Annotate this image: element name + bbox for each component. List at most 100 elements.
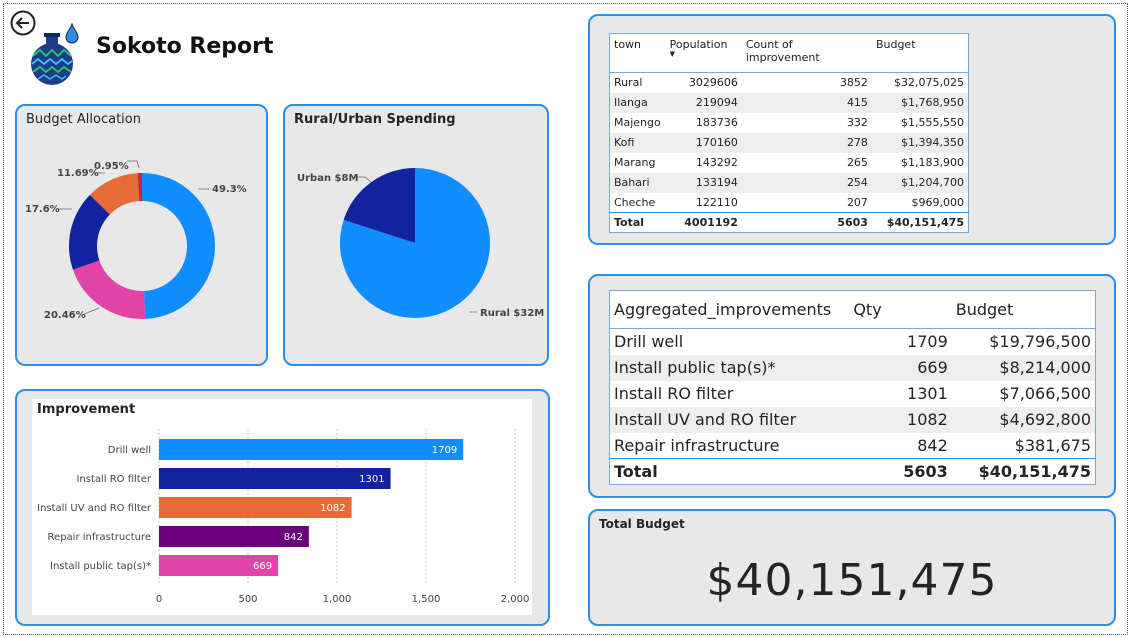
- donut-data-label: 17.6%: [25, 204, 60, 215]
- table-cell: 3852: [839, 76, 868, 90]
- table-cell: Drill well: [614, 332, 684, 352]
- water-pot-logo-icon: [28, 22, 84, 86]
- total-budget-card[interactable]: Total Budget $40,151,475: [588, 509, 1116, 626]
- table-cell: Install public tap(s)*: [609, 354, 850, 381]
- table-cell: 3029606: [688, 76, 738, 90]
- table-row[interactable]: Cheche 122110 207 $969,000: [610, 193, 969, 213]
- table-cell: $8,214,000: [951, 354, 1096, 381]
- donut-slice[interactable]: [142, 173, 215, 319]
- improvement-card[interactable]: Improvement 0 500 1,000 1,500 2,000 Drill wel…: [15, 389, 550, 626]
- table-cell: $32,075,025: [894, 76, 964, 90]
- table-cell: 254: [741, 172, 872, 193]
- rural-urban-pie-chart[interactable]: Rural $32M Urban $8M: [285, 106, 547, 364]
- table-total-row: Total 5603 $40,151,475: [609, 458, 1096, 485]
- bar-data-label: 669: [253, 561, 272, 572]
- total-cell: Total: [609, 458, 850, 485]
- y-category-label: Drill well: [108, 445, 151, 456]
- budget-allocation-card[interactable]: Budget Allocation 49.3% 20.46% 17.6% 11.69%…: [15, 104, 268, 366]
- total-cell: Total: [609, 212, 666, 233]
- table-cell: 669: [849, 354, 952, 381]
- x-tick-label: 1,500: [412, 594, 441, 605]
- table-cell: Majengo: [614, 116, 661, 129]
- table-row[interactable]: Drill well 1709 $19,796,500: [610, 329, 1096, 355]
- table-cell: $381,675: [1014, 435, 1091, 455]
- town-table-card[interactable]: town Population ▼ Count of improvement Bu…: [588, 14, 1116, 245]
- aggregated-improvements-card[interactable]: Aggregated_improvements Qty Budget Drill…: [588, 274, 1116, 498]
- bar[interactable]: [159, 468, 391, 489]
- table-total-row: Total 4001192 5603 $40,151,475: [609, 212, 969, 233]
- agg-table-header-row: Aggregated_improvements Qty Budget: [609, 290, 1096, 329]
- table-cell: $19,796,500: [989, 332, 1091, 352]
- table-cell: 122110: [695, 195, 738, 209]
- improvement-bar-chart[interactable]: 0 500 1,000 1,500 2,000 Drill well 1709 Install…: [32, 399, 532, 615]
- x-tick-label: 1,000: [323, 594, 352, 605]
- total-budget-title: Total Budget: [599, 517, 685, 531]
- col-header-aggregated[interactable]: Aggregated_improvements: [609, 290, 850, 329]
- table-row[interactable]: Rural 3029606 3852 $32,075,025: [610, 73, 969, 93]
- total-cell: $40,151,475: [871, 212, 969, 233]
- aggregated-improvements-table[interactable]: Aggregated_improvements Qty Budget Drill…: [609, 290, 1096, 485]
- table-cell: $7,066,500: [999, 384, 1091, 403]
- rural-urban-card[interactable]: Rural/Urban Spending Rural $32M Urban $8M: [283, 104, 549, 366]
- table-cell: $1,183,900: [901, 156, 964, 169]
- x-tick-label: 0: [156, 594, 162, 605]
- table-cell: 133194: [665, 172, 742, 193]
- bar-data-label: 1301: [359, 474, 384, 485]
- table-cell: 219094: [665, 92, 742, 113]
- table-cell: Bahari: [609, 172, 666, 193]
- table-row[interactable]: Ilanga 219094 415 $1,768,950: [609, 92, 969, 113]
- col-header-budget[interactable]: Budget: [871, 33, 969, 73]
- table-cell: Install UV and RO filter: [609, 406, 850, 433]
- table-row[interactable]: Kofi 170160 278 $1,394,350: [609, 132, 969, 153]
- y-category-label: Install RO filter: [76, 474, 151, 485]
- table-cell: $1,555,550: [901, 116, 964, 129]
- table-cell: Marang: [614, 156, 656, 169]
- bar-data-label: 1709: [432, 445, 457, 456]
- table-cell: Ilanga: [609, 92, 666, 113]
- bar-data-label: 842: [284, 532, 303, 543]
- total-cell: 4001192: [665, 212, 742, 233]
- table-cell: 278: [741, 132, 872, 153]
- table-cell: $1,768,950: [871, 92, 969, 113]
- budget-allocation-donut-chart[interactable]: 49.3% 20.46% 17.6% 11.69%0.95%: [17, 106, 266, 364]
- donut-data-label: 11.69%: [57, 168, 99, 179]
- table-cell: 332: [846, 116, 868, 129]
- table-cell: Rural: [614, 76, 643, 90]
- col-header-population[interactable]: Population ▼: [665, 33, 742, 73]
- donut-data-label: 0.95%: [94, 161, 129, 172]
- town-table-header-row: town Population ▼ Count of improvement Bu…: [609, 33, 969, 73]
- bar-data-label: 1082: [320, 503, 345, 514]
- table-cell: 1709: [907, 332, 948, 352]
- y-category-label: Install UV and RO filter: [37, 503, 152, 514]
- table-cell: Cheche: [614, 195, 656, 209]
- improvement-chart-area: Improvement 0 500 1,000 1,500 2,000 Drill wel…: [32, 399, 532, 615]
- table-row[interactable]: Repair infrastructure 842 $381,675: [610, 433, 1096, 459]
- table-cell: $1,394,350: [871, 132, 969, 153]
- col-header-count[interactable]: Count of improvement: [741, 33, 872, 73]
- donut-data-label: 20.46%: [44, 310, 86, 321]
- pie-data-label: Rural $32M: [480, 308, 544, 319]
- table-row[interactable]: Bahari 133194 254 $1,204,700: [609, 172, 969, 193]
- x-tick-label: 2,000: [501, 594, 530, 605]
- table-row[interactable]: Install UV and RO filter 1082 $4,692,800: [609, 406, 1096, 433]
- total-cell: 5603: [849, 458, 952, 485]
- table-row[interactable]: Install public tap(s)* 669 $8,214,000: [609, 354, 1096, 381]
- x-tick-label: 500: [238, 594, 257, 605]
- table-cell: 265: [846, 156, 868, 169]
- col-header-town[interactable]: town: [609, 33, 666, 73]
- col-header-agg-budget[interactable]: Budget: [951, 290, 1096, 329]
- table-row[interactable]: Marang 143292 265 $1,183,900: [610, 153, 969, 173]
- bar[interactable]: [159, 439, 464, 460]
- table-cell: $4,692,800: [951, 406, 1096, 433]
- table-row[interactable]: Majengo 183736 332 $1,555,550: [610, 113, 969, 133]
- table-cell: Repair infrastructure: [614, 435, 780, 455]
- total-cell: $40,151,475: [951, 458, 1096, 485]
- total-budget-value: $40,151,475: [706, 555, 998, 606]
- y-category-label: Repair infrastructure: [48, 532, 151, 543]
- sort-desc-icon: ▼: [669, 50, 676, 58]
- col-header-qty[interactable]: Qty: [849, 290, 952, 329]
- town-table[interactable]: town Population ▼ Count of improvement Bu…: [609, 33, 969, 233]
- table-row[interactable]: Install RO filter 1301 $7,066,500: [610, 381, 1096, 407]
- table-cell: Kofi: [609, 132, 666, 153]
- pie-data-label: Urban $8M: [297, 173, 358, 184]
